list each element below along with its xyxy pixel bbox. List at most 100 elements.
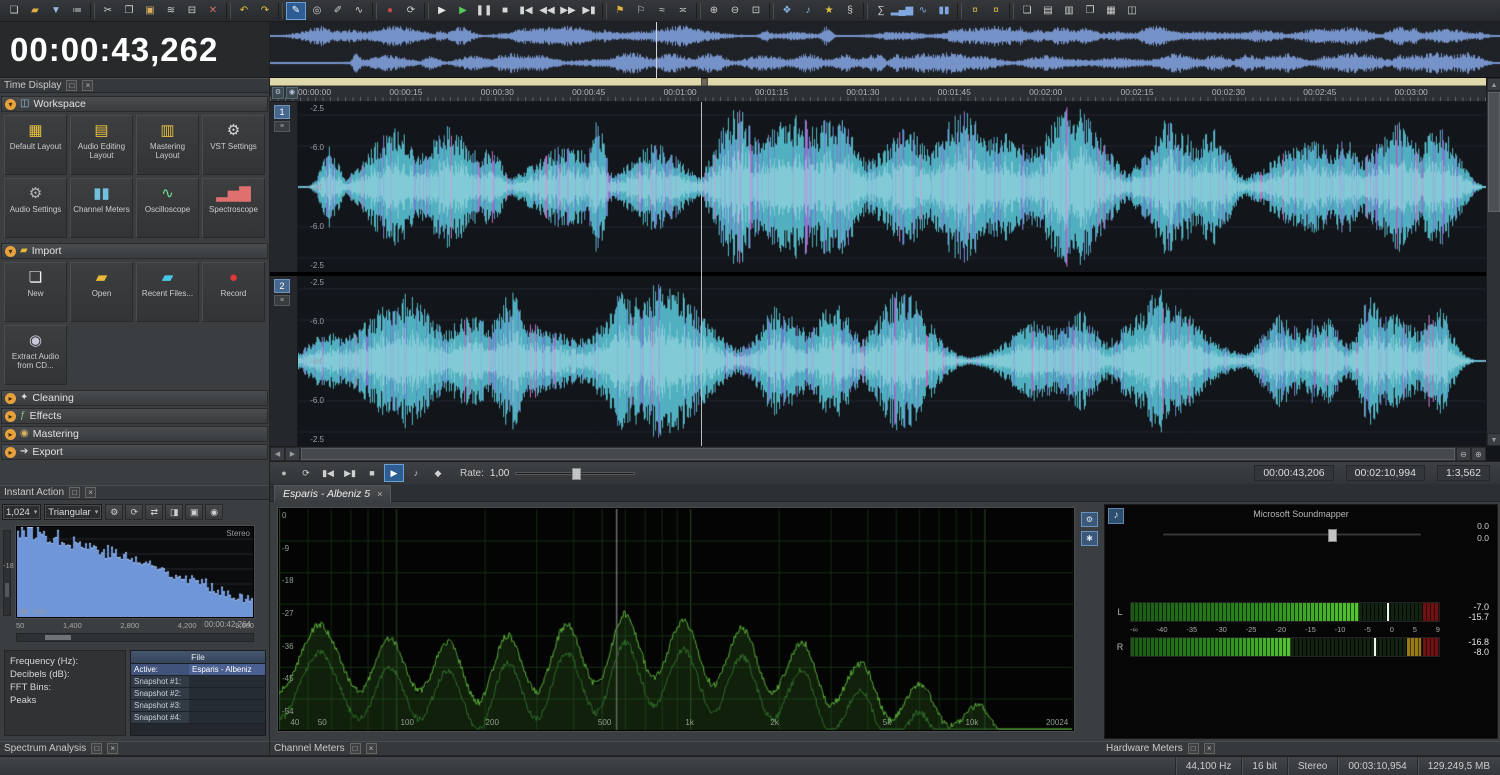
channel-meters-canvas[interactable] [279, 509, 1073, 730]
snap-toggle-button[interactable]: ≍ [673, 2, 693, 20]
redo-button[interactable]: ↷ [255, 2, 275, 20]
overview-playhead[interactable] [656, 22, 657, 78]
restore-icon[interactable]: □ [1187, 743, 1199, 754]
zoom-in-button[interactable]: ⊕ [704, 2, 724, 20]
tile-horizontal-button[interactable]: ▤ [1038, 2, 1058, 20]
pin-button[interactable]: ◉ [205, 504, 224, 520]
magnify-tool-button[interactable]: ◎ [307, 2, 327, 20]
editor-monitor-button[interactable]: ◉ [286, 87, 298, 99]
output-gain-slider[interactable] [1163, 529, 1421, 542]
snapshot-row[interactable]: Active: Esparis - Albeniz [131, 664, 265, 676]
loop-playback-button[interactable]: ⟳ [296, 464, 316, 482]
spectrum-vertical-scrollbar[interactable] [3, 530, 11, 616]
horizontal-scrollbar[interactable]: ◀ ▶ ⊖ ⊕ [270, 446, 1486, 461]
snapshot-row[interactable]: Snapshot #1: [131, 676, 265, 688]
action-spectroscope[interactable]: ▂▅▇ Spectroscope [202, 178, 265, 238]
zoom-out-button[interactable]: ⊖ [725, 2, 745, 20]
section-header[interactable]: ▸ ◉ Mastering [1, 426, 268, 442]
channel-meters-tab[interactable]: Channel Meters □ × [270, 741, 1102, 756]
instant-action-tab[interactable]: Instant Action □ × [0, 485, 269, 500]
time-ruler[interactable]: 00:00:00 00:00:15 00:00:30 00:00:45 00:01:00… [270, 86, 1486, 102]
section-header[interactable]: ▾ ◫ Workspace [1, 96, 268, 112]
envelope-tool-button[interactable]: ∿ [349, 2, 369, 20]
rewind-button[interactable]: ◀◀ [537, 2, 557, 20]
workspace-overview-button[interactable]: ▦ [1101, 2, 1121, 20]
close-icon[interactable]: × [365, 743, 377, 754]
position-marker[interactable] [701, 78, 708, 86]
channel-1-menu-button[interactable]: ≡ [274, 121, 290, 132]
play-all-button[interactable]: ▶ [432, 2, 452, 20]
spectrum-canvas[interactable] [17, 527, 253, 617]
monitor-audio-button[interactable]: ♪ [406, 464, 426, 482]
action-mastering-layout[interactable]: ▥ Mastering Layout [136, 115, 199, 175]
preset-manager-button[interactable]: ★ [819, 2, 839, 20]
region-insert-button[interactable]: ⚐ [631, 2, 651, 20]
auto-ripple-button[interactable]: ≈ [652, 2, 672, 20]
action-open[interactable]: ▰ Open [70, 262, 133, 322]
cascade-windows-button[interactable]: ❐ [1080, 2, 1100, 20]
section-expand-icon[interactable]: ▾ [5, 245, 16, 257]
mix-button[interactable]: ≋ [161, 2, 181, 20]
paste-button[interactable]: ▣ [140, 2, 160, 20]
channel-2-menu-button[interactable]: ≡ [274, 295, 290, 306]
spectrum-horizontal-scrollbar[interactable] [16, 633, 254, 642]
record-button[interactable]: ● [274, 464, 294, 482]
scroll-down-icon[interactable]: ▼ [1487, 433, 1500, 446]
loop-playback-button[interactable]: ⟳ [401, 2, 421, 20]
action-recent-files[interactable]: ▰ Recent Files... [136, 262, 199, 322]
play-button[interactable]: ▶ [453, 2, 473, 20]
channel-2[interactable]: -2.5 -6.0 -Inf. -6.0 -2.5 [298, 276, 1486, 446]
scroll-right-icon[interactable]: ▶ [285, 447, 300, 461]
close-icon[interactable]: × [82, 80, 94, 91]
level-meter-right[interactable] [1130, 637, 1440, 657]
scrollbar-thumb[interactable] [1488, 92, 1500, 212]
level-meter-left[interactable] [1130, 602, 1440, 622]
forward-button[interactable]: ▶▶ [558, 2, 578, 20]
close-icon[interactable]: × [107, 743, 119, 754]
action-default-layout[interactable]: ▦ Default Layout [4, 115, 67, 175]
tile-vertical-button[interactable]: ▥ [1059, 2, 1079, 20]
scroll-up-icon[interactable]: ▲ [1487, 78, 1500, 91]
zoom-in-button[interactable]: ⊕ [1471, 447, 1486, 461]
sync-channels-button[interactable]: ⇄ [145, 504, 164, 520]
scroll-left-icon[interactable]: ◀ [270, 447, 285, 461]
hardware-meters-tab[interactable]: Hardware Meters □ × [1102, 741, 1500, 756]
action-new[interactable]: ❏ New [4, 262, 67, 322]
waveform-overview[interactable] [270, 22, 1500, 78]
hardware-meters-window-button[interactable]: ◫ [1122, 2, 1142, 20]
gain-slider-thumb[interactable] [1327, 529, 1337, 542]
pencil-tool-button[interactable]: ✐ [328, 2, 348, 20]
meters-view-button[interactable]: ▮▮ [934, 2, 954, 20]
editor-settings-button[interactable]: ⚙ [272, 87, 284, 99]
position-bar[interactable] [270, 78, 1486, 86]
action-record[interactable]: ● Record [202, 262, 265, 322]
snapshot-row[interactable]: Snapshot #2: [131, 688, 265, 700]
playhead-cursor[interactable] [701, 102, 702, 446]
document-tab[interactable]: Esparis - Albeniz 5 × [274, 484, 392, 503]
refresh-button[interactable]: ⟳ [125, 504, 144, 520]
copy-button[interactable]: ❐ [119, 2, 139, 20]
snapshot-row[interactable]: Snapshot #4: [131, 712, 265, 724]
restore-icon[interactable]: □ [91, 743, 103, 754]
zoom-out-button[interactable]: ⊖ [1456, 447, 1471, 461]
action-extract-audio-from-cd[interactable]: ◉ Extract Audio from CD... [4, 325, 67, 385]
file-explorer-window-button[interactable]: ❏ [1017, 2, 1037, 20]
section-header[interactable]: ▸ ƒ Effects [1, 408, 268, 424]
stop-button[interactable]: ■ [495, 2, 515, 20]
section-expand-icon[interactable]: ▸ [5, 392, 16, 404]
rate-slider-thumb[interactable] [572, 467, 582, 480]
play-button[interactable]: ▶ [384, 464, 404, 482]
time-display-tab[interactable]: Time Display □ × [0, 78, 269, 93]
rate-slider[interactable] [515, 467, 636, 480]
meter-hold-button[interactable]: ✱ [1081, 531, 1098, 546]
channel-1[interactable]: -2.5 -6.0 -Inf. -6.0 -2.5 [298, 102, 1486, 272]
stop-button[interactable]: ■ [362, 464, 382, 482]
scrollbar-thumb[interactable] [45, 635, 71, 640]
meter-settings-button[interactable]: ⚙ [1081, 512, 1098, 527]
pause-button[interactable]: ❚❚ [474, 2, 494, 20]
vertical-scrollbar[interactable]: ▲ ▼ [1486, 78, 1500, 446]
go-to-start-button[interactable]: ▮◀ [516, 2, 536, 20]
restore-icon[interactable]: □ [69, 487, 81, 498]
hold-button[interactable]: ▣ [185, 504, 204, 520]
edit-tool-button[interactable]: ✎ [286, 1, 306, 20]
